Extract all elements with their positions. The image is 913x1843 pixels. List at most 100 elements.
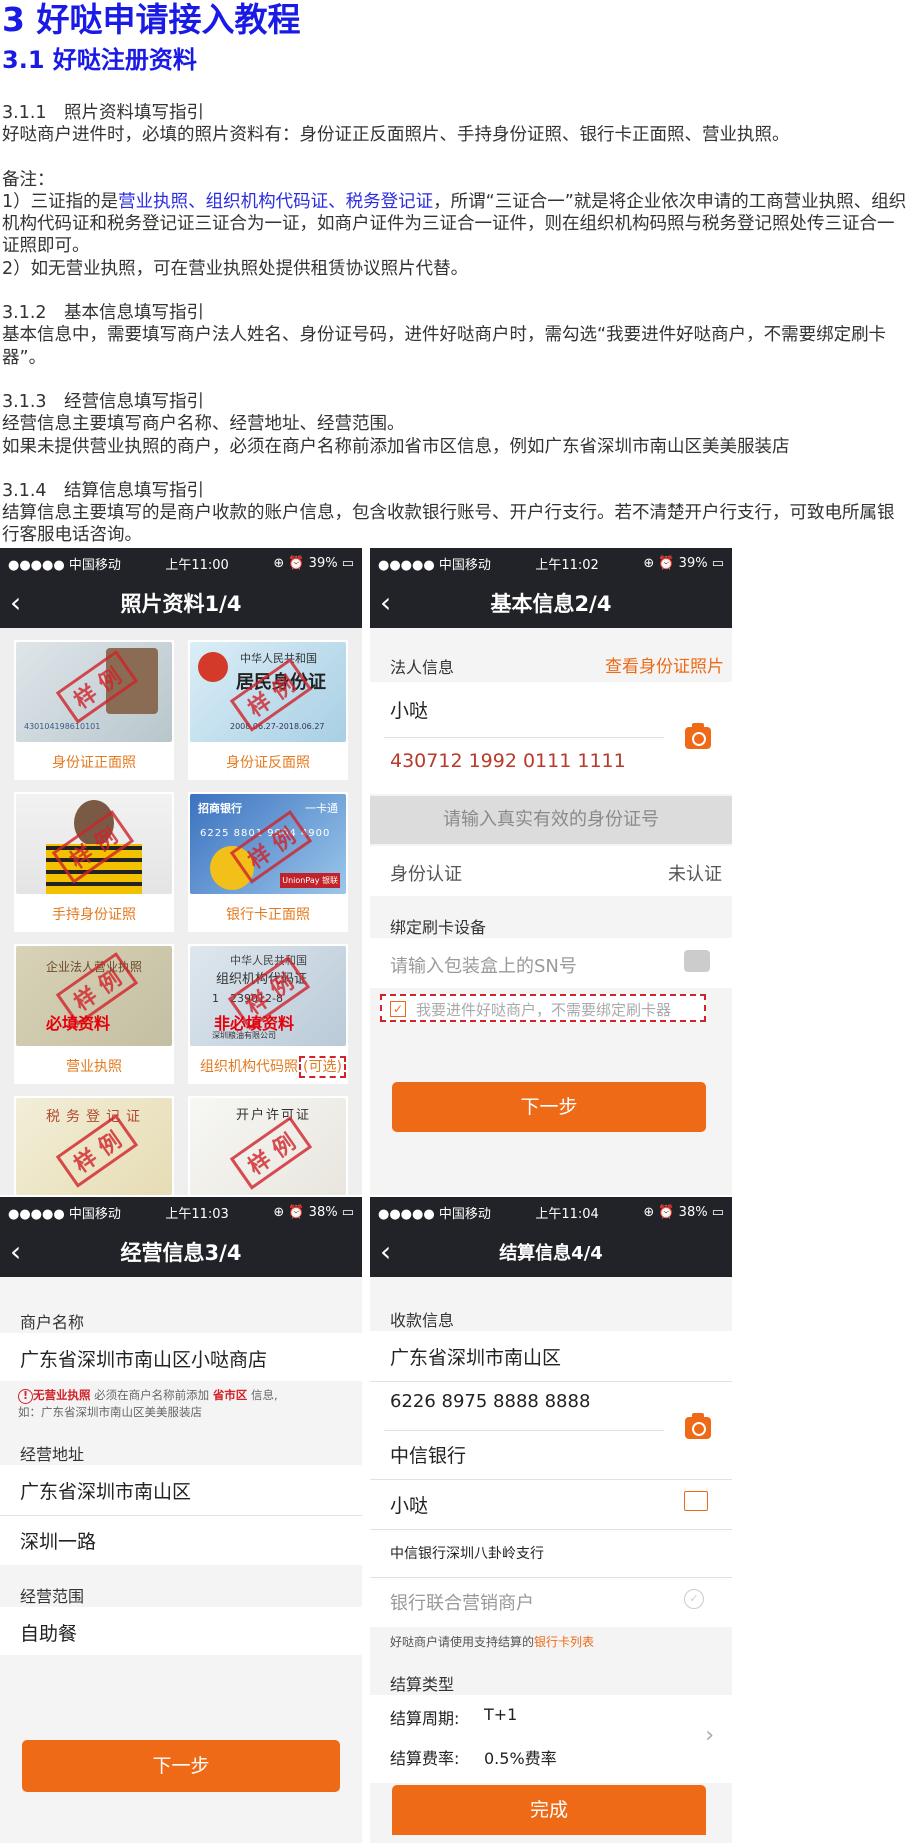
id-card-icon[interactable] [684,1491,708,1511]
s3-title: 3.1.3 经营信息填写指引 [2,391,205,412]
card-caption: 身份证反面照 [226,755,310,771]
receiving-section: 收款信息 [390,1311,455,1330]
status-bar: ●●●●● 中国移动 上午11:04 ⊕ ⏰ 38% ▭ [370,1197,732,1227]
clock: 上午11:02 [535,557,599,573]
status-bar: ●●●●● 中国移动 上午11:02 ⊕ ⏰ 39% ▭ [370,548,732,578]
org-code-image: 中华人民共和国 组织机构代码证 1 239012-8 深圳粮油有限公司 样 例 … [190,946,346,1046]
unionpay-logo: UnionPay 银联 [280,873,340,888]
camera-icon-disabled[interactable] [684,950,710,972]
warning-icon: ! [18,1389,33,1404]
divider [370,1381,732,1382]
no-card-reader-checkbox-row[interactable]: ✓ 我要进件好哒商户，不需要绑定刷卡器 [380,994,706,1022]
note-2: 2）如无营业执照，可在营业执照处提供租赁协议照片代替。 [2,258,469,279]
carrier-signal: ●●●●● 中国移动 [378,557,491,573]
phone-screenshot-business-info: ●●●●● 中国移动 上午11:03 ⊕ ⏰ 38% ▭ ‹ 经营信息3/4 商… [0,1197,362,1843]
back-arrow-icon[interactable]: ‹ [10,589,21,617]
note-1-pre: 1）三证指的是 [2,191,119,212]
chevron-right-icon: › [705,1723,714,1748]
divider [370,1529,732,1530]
view-id-photo-link[interactable]: 查看身份证照片 [605,652,724,677]
org-line1: 中华人民共和国 [230,954,307,967]
divider [370,1577,732,1578]
battery-level: 39% [308,555,338,571]
license-image: 企业法人营业执照 样 例 必填资料 [16,946,172,1046]
phone-screenshot-settlement: ●●●●● 中国移动 上午11:04 ⊕ ⏰ 38% ▭ ‹ 结算信息4/4 收… [370,1197,732,1843]
id-hint-banner: 请输入真实有效的身份证号 [370,796,732,844]
upload-org-code[interactable]: 中华人民共和国 组织机构代码证 1 239012-8 深圳粮油有限公司 样 例 … [188,944,348,1084]
card-caption: 身份证正面照 [52,755,136,771]
done-button[interactable]: 完成 [392,1785,706,1835]
sample-stamp: 样 例 [229,1116,312,1190]
bank-list-link[interactable]: 银行卡列表 [534,1635,594,1649]
back-arrow-icon[interactable]: ‹ [10,1238,21,1266]
phone-screenshot-photos: ●●●●● 中国移动 上午11:00 ⊕ ⏰ 39% ▭ ‹ 照片资料1/4 4… [0,548,362,1195]
account-holder-input[interactable]: 小哒 [390,1491,428,1518]
scope-row: 自助餐 [0,1607,362,1655]
id-front-image: 430104198610101 样 例 [16,642,172,742]
clock: 上午11:03 [165,1206,229,1222]
tip-middle: 必须在商户名称前添加 [90,1388,213,1402]
upload-business-license[interactable]: 企业法人营业执照 样 例 必填资料 营业执照 [14,944,174,1084]
receiving-form: 广东省深圳市南山区 6226 8975 8888 8888 中信银行 小哒 中信… [370,1331,732,1627]
battery-level: 39% [678,555,708,571]
bank-brand: 招商银行 [198,802,242,815]
required-label: 必填资料 [46,1014,111,1033]
upload-id-front[interactable]: 430104198610101 样 例 身份证正面照 [14,640,174,780]
legal-name-input[interactable]: 小哒 [390,696,428,723]
auth-row[interactable]: 身份认证 未认证 [370,846,732,896]
upload-account-permit[interactable]: 开户许可证 样 例 [188,1096,348,1195]
nav-title: 基本信息2/4 [490,592,612,616]
address-form: 广东省深圳市南山区 深圳一路 [0,1465,362,1565]
tip-prefix: 好哒商户请使用支持结算的 [390,1635,535,1649]
card-caption-text: 组织机构代码照 [200,1059,298,1075]
settlement-type-row[interactable]: 结算周期: T+1 结算费率: 0.5%费率 › [370,1695,732,1783]
branch-input[interactable]: 中信银行深圳八卦岭支行 [390,1543,544,1563]
battery: ⊕ ⏰ 38% ▭ [643,1204,724,1220]
divider [0,1515,362,1516]
address-section: 经营地址 [20,1445,85,1464]
tip-region: 省市区 [212,1388,248,1402]
camera-icon[interactable] [685,1413,711,1439]
phone-screenshot-basic-info: ●●●●● 中国移动 上午11:02 ⊕ ⏰ 39% ▭ ‹ 基本信息2/4 法… [370,548,732,1195]
upload-handheld-id[interactable]: 样 例 手持身份证照 [14,792,174,932]
nav-bar: ‹ 基本信息2/4 [370,578,732,628]
handheld-image: 样 例 [16,794,172,894]
scope-input[interactable]: 自助餐 [20,1619,77,1646]
battery-level: 38% [678,1204,708,1220]
merchant-name-input[interactable]: 广东省深圳市南山区小哒商店 [20,1345,267,1372]
checkbox-checked-icon[interactable]: ✓ [390,1001,406,1017]
id-number-input[interactable]: 430712 1992 0111 1111 [390,750,626,772]
sn-row: 请输入包装盒上的SN号 [370,938,732,988]
next-button[interactable]: 下一步 [22,1740,340,1792]
back-arrow-icon[interactable]: ‹ [380,1238,391,1266]
camera-icon[interactable] [685,723,711,749]
id-back-line1: 中华人民共和国 [240,652,317,665]
upload-id-back[interactable]: 中华人民共和国 居民身份证 2008.06.27-2018.06.27 样 例 … [188,640,348,780]
bank-list-tip: 好哒商户请使用支持结算的银行卡列表 [390,1633,594,1650]
id-number: 430104198610101 [24,722,101,731]
check-circle-icon[interactable]: ✓ [684,1589,704,1609]
upload-bank-card[interactable]: 招商银行 一卡通 6225 8801 9904 4900 UnionPay 银联… [188,792,348,932]
tutorial-document: 3 好哒申请接入教程 3.1 好哒注册资料 3.1.1 照片资料填写指引 好哒商… [0,0,913,547]
carrier-signal: ●●●●● 中国移动 [8,557,121,573]
card-caption: 银行卡正面照 [226,907,310,923]
bank-name-input[interactable]: 中信银行 [390,1441,466,1468]
upload-tax-cert[interactable]: 税务登记证 样 例 [14,1096,174,1195]
account-permit-image: 开户许可证 样 例 [190,1098,346,1195]
sn-input[interactable]: 请输入包装盒上的SN号 [390,952,577,978]
card-caption: 营业执照 [66,1059,122,1075]
card-caption: 组织机构代码照 (可选) [188,1056,348,1078]
account-number-input[interactable]: 6226 8975 8888 8888 [390,1391,590,1412]
address-region-input[interactable]: 广东省深圳市南山区 [20,1477,191,1504]
address-street-input[interactable]: 深圳一路 [20,1527,96,1554]
s3-body-2: 如果未提供营业执照的商户，必须在商户名称前添加省市区信息，例如广东省深圳市南山区… [2,436,790,457]
nav-bar: ‹ 结算信息4/4 [370,1227,732,1277]
s1-title: 3.1.1 照片资料填写指引 [2,103,205,123]
next-button[interactable]: 下一步 [392,1082,706,1132]
tip-example: 如：广东省深圳市南山区美美服装店 [18,1405,202,1419]
back-arrow-icon[interactable]: ‹ [380,589,391,617]
region-input[interactable]: 广东省深圳市南山区 [390,1343,561,1370]
s2-body: 基本信息中，需要填写商户法人姓名、身份证号码，进件好哒商户时，需勾选“我要进件好… [2,325,887,368]
status-bar: ●●●●● 中国移动 上午11:03 ⊕ ⏰ 38% ▭ [0,1197,362,1227]
clock: 上午11:00 [165,557,229,573]
